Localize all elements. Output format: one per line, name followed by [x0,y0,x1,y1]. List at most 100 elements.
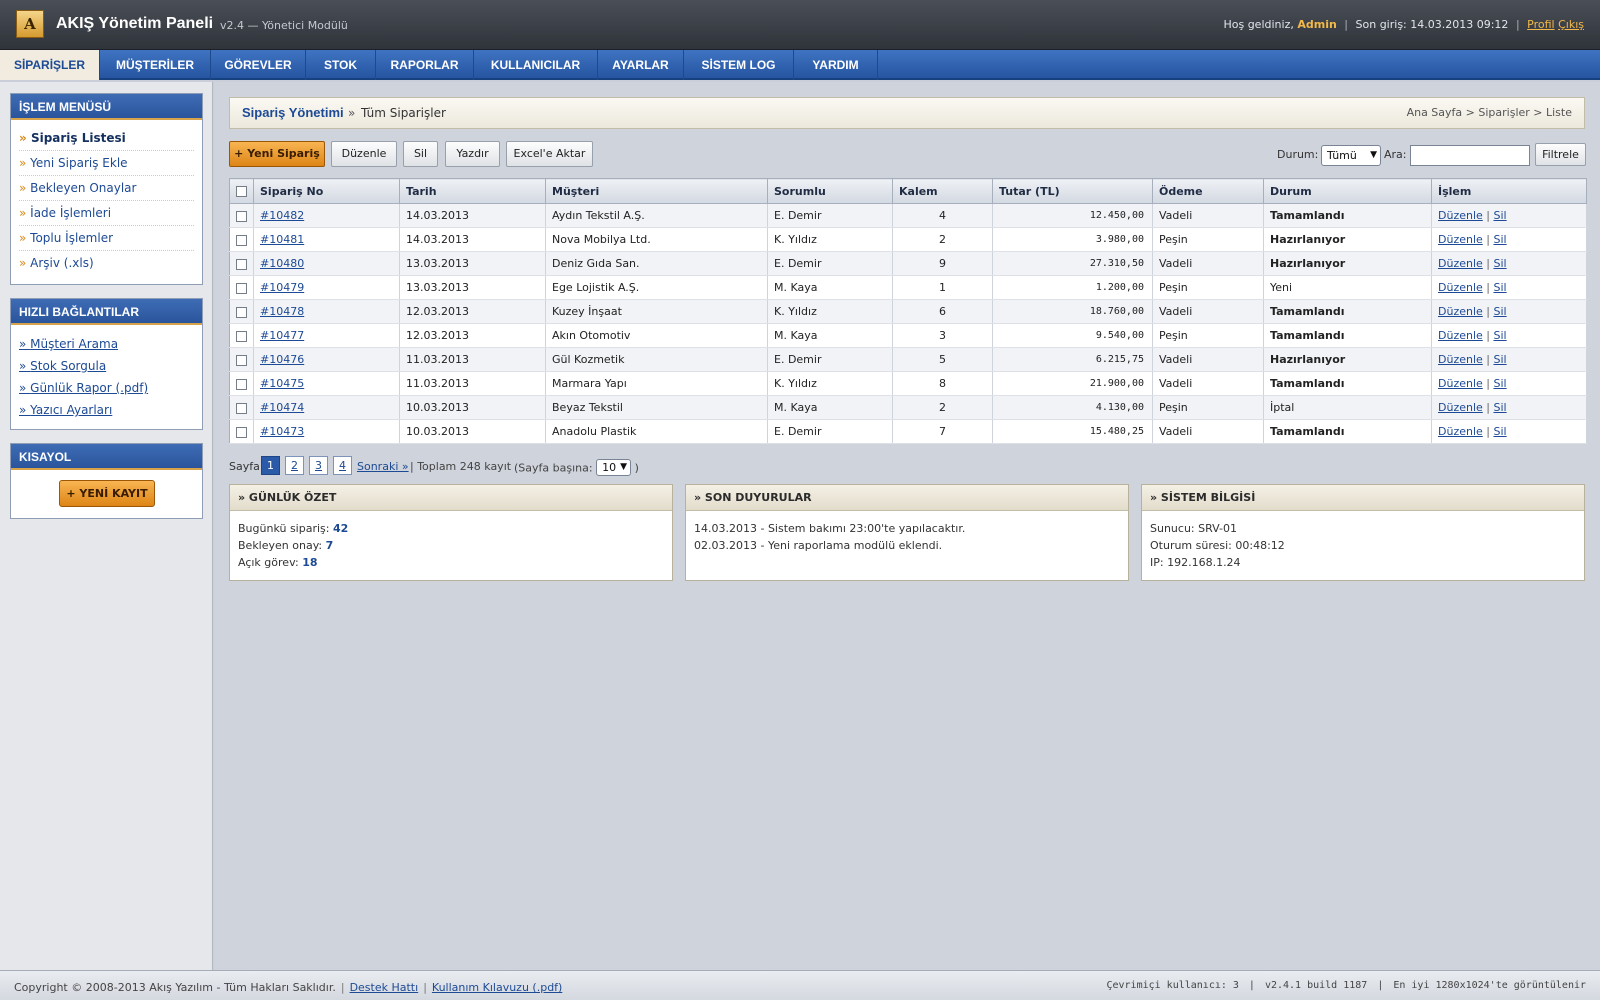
edit-row-link[interactable]: Düzenle [1438,209,1483,222]
column-header[interactable]: Kalem [892,178,993,204]
delete-row-link[interactable]: Sil [1494,209,1507,222]
tab-raporlar[interactable]: RAPORLAR [376,50,474,80]
edit-row-link[interactable]: Düzenle [1438,305,1483,318]
quick-link-daily-report[interactable]: » Günlük Rapor (.pdf) [19,377,194,399]
row-checkbox[interactable] [229,275,254,300]
menu-item-archive[interactable]: » Arşiv (.xls) [19,251,194,276]
edit-row-link[interactable]: Düzenle [1438,281,1483,294]
order-link[interactable]: #10477 [260,329,304,342]
table-row[interactable]: #10480 13.03.2013 Deniz Gıda San. E. Demir 9… [229,251,1587,276]
tab-siparisler[interactable]: SİPARİŞLER [0,50,100,80]
page-button[interactable]: 3 [309,456,328,475]
order-link[interactable]: #10475 [260,377,304,390]
table-row[interactable]: #10482 14.03.2013 Aydın Tekstil A.Ş. E. Dem… [229,203,1587,228]
search-input[interactable] [1410,145,1530,166]
status-filter-select[interactable]: Tümü ▼ [1321,145,1381,166]
delete-button[interactable]: Sil [403,141,438,167]
tab-ayarlar[interactable]: AYARLAR [598,50,684,80]
table-row[interactable]: #10478 12.03.2013 Kuzey İnşaat K. Yıldız 6 18… [229,299,1587,324]
edit-button[interactable]: Düzenle [331,141,397,167]
column-header[interactable]: Tutar (TL) [992,178,1153,204]
print-button[interactable]: Yazdır [445,141,500,167]
owner-cell: K. Yıldız [767,299,893,324]
actions-cell: Düzenle | Sil [1431,419,1587,444]
page-button[interactable]: 4 [333,456,352,475]
column-header[interactable]: Sipariş No [253,178,400,204]
new-record-button[interactable]: + YENİ KAYIT [59,480,155,507]
edit-row-link[interactable]: Düzenle [1438,329,1483,342]
delete-row-link[interactable]: Sil [1494,329,1507,342]
menu-item-pending-approvals[interactable]: » Bekleyen Onaylar [19,176,194,201]
order-link[interactable]: #10478 [260,305,304,318]
edit-row-link[interactable]: Düzenle [1438,425,1483,438]
profile-link[interactable]: Profil [1527,18,1554,31]
table-row[interactable]: #10473 10.03.2013 Anadolu Plastik E. Demir 7… [229,419,1587,444]
table-row[interactable]: #10477 12.03.2013 Akın Otomotiv M. Kaya 3 9.5… [229,323,1587,348]
delete-row-link[interactable]: Sil [1494,257,1507,270]
manual-link[interactable]: Kullanım Kılavuzu (.pdf) [432,981,562,994]
row-checkbox[interactable] [229,347,254,372]
delete-row-link[interactable]: Sil [1494,281,1507,294]
column-header[interactable]: Müşteri [545,178,768,204]
quick-link-customer-search[interactable]: » Müşteri Arama [19,333,194,355]
menu-item-bulk-actions[interactable]: » Toplu İşlemler [19,226,194,251]
tab-stok[interactable]: STOK [306,50,376,80]
column-header[interactable]: Tarih [399,178,546,204]
delete-row-link[interactable]: Sil [1494,377,1507,390]
column-header[interactable]: Ödeme [1152,178,1264,204]
menu-item-new-order[interactable]: » Yeni Sipariş Ekle [19,151,194,176]
logout-link[interactable]: Çıkış [1558,18,1584,31]
delete-row-link[interactable]: Sil [1494,353,1507,366]
row-checkbox[interactable] [229,299,254,324]
row-checkbox[interactable] [229,251,254,276]
delete-row-link[interactable]: Sil [1494,401,1507,414]
export-excel-button[interactable]: Excel'e Aktar [506,141,593,167]
page-button[interactable]: 2 [285,456,304,475]
row-checkbox[interactable] [229,395,254,420]
menu-item-returns[interactable]: » İade İşlemleri [19,201,194,226]
edit-row-link[interactable]: Düzenle [1438,401,1483,414]
select-all-checkbox[interactable] [229,178,254,204]
order-link[interactable]: #10481 [260,233,304,246]
row-checkbox[interactable] [229,371,254,396]
table-row[interactable]: #10475 11.03.2013 Marmara Yapı K. Yıldız 8 21… [229,371,1587,396]
order-link[interactable]: #10473 [260,425,304,438]
quick-link-stock-query[interactable]: » Stok Sorgula [19,355,194,377]
edit-row-link[interactable]: Düzenle [1438,233,1483,246]
order-link[interactable]: #10474 [260,401,304,414]
page-button[interactable]: 1 [261,456,280,475]
column-header[interactable]: Sorumlu [767,178,893,204]
row-checkbox[interactable] [229,323,254,348]
edit-row-link[interactable]: Düzenle [1438,377,1483,390]
order-link[interactable]: #10480 [260,257,304,270]
delete-row-link[interactable]: Sil [1494,305,1507,318]
delete-row-link[interactable]: Sil [1494,233,1507,246]
table-row[interactable]: #10476 11.03.2013 Gül Kozmetik E. Demir 5 6.2… [229,347,1587,372]
filter-button[interactable]: Filtrele [1535,143,1586,166]
tab-musteriler[interactable]: MÜŞTERİLER [100,50,211,80]
delete-row-link[interactable]: Sil [1494,425,1507,438]
support-link[interactable]: Destek Hattı [350,981,419,994]
table-row[interactable]: #10481 14.03.2013 Nova Mobilya Ltd. K. Yıld… [229,227,1587,252]
quick-link-printer-settings[interactable]: » Yazıcı Ayarları [19,399,194,421]
row-checkbox[interactable] [229,203,254,228]
tab-gorevler[interactable]: GÖREVLER [211,50,306,80]
order-link[interactable]: #10476 [260,353,304,366]
order-link[interactable]: #10479 [260,281,304,294]
edit-row-link[interactable]: Düzenle [1438,353,1483,366]
tab-kullanicilar[interactable]: KULLANICILAR [474,50,598,80]
row-checkbox[interactable] [229,227,254,252]
per-page-select[interactable]: 10 ▼ [596,459,632,476]
column-header[interactable]: Durum [1263,178,1432,204]
tab-yardim[interactable]: YARDIM [794,50,878,80]
order-link[interactable]: #10482 [260,209,304,222]
column-header[interactable]: İşlem [1431,178,1587,204]
table-row[interactable]: #10479 13.03.2013 Ege Lojistik A.Ş. M. Kaya… [229,275,1587,300]
tab-sistem-log[interactable]: SİSTEM LOG [684,50,794,80]
row-checkbox[interactable] [229,419,254,444]
new-order-button[interactable]: + Yeni Sipariş [229,141,325,167]
edit-row-link[interactable]: Düzenle [1438,257,1483,270]
next-page-link[interactable]: Sonraki » [357,460,409,473]
menu-item-order-list[interactable]: » Sipariş Listesi [19,126,194,151]
table-row[interactable]: #10474 10.03.2013 Beyaz Tekstil M. Kaya 2 4.1… [229,395,1587,420]
